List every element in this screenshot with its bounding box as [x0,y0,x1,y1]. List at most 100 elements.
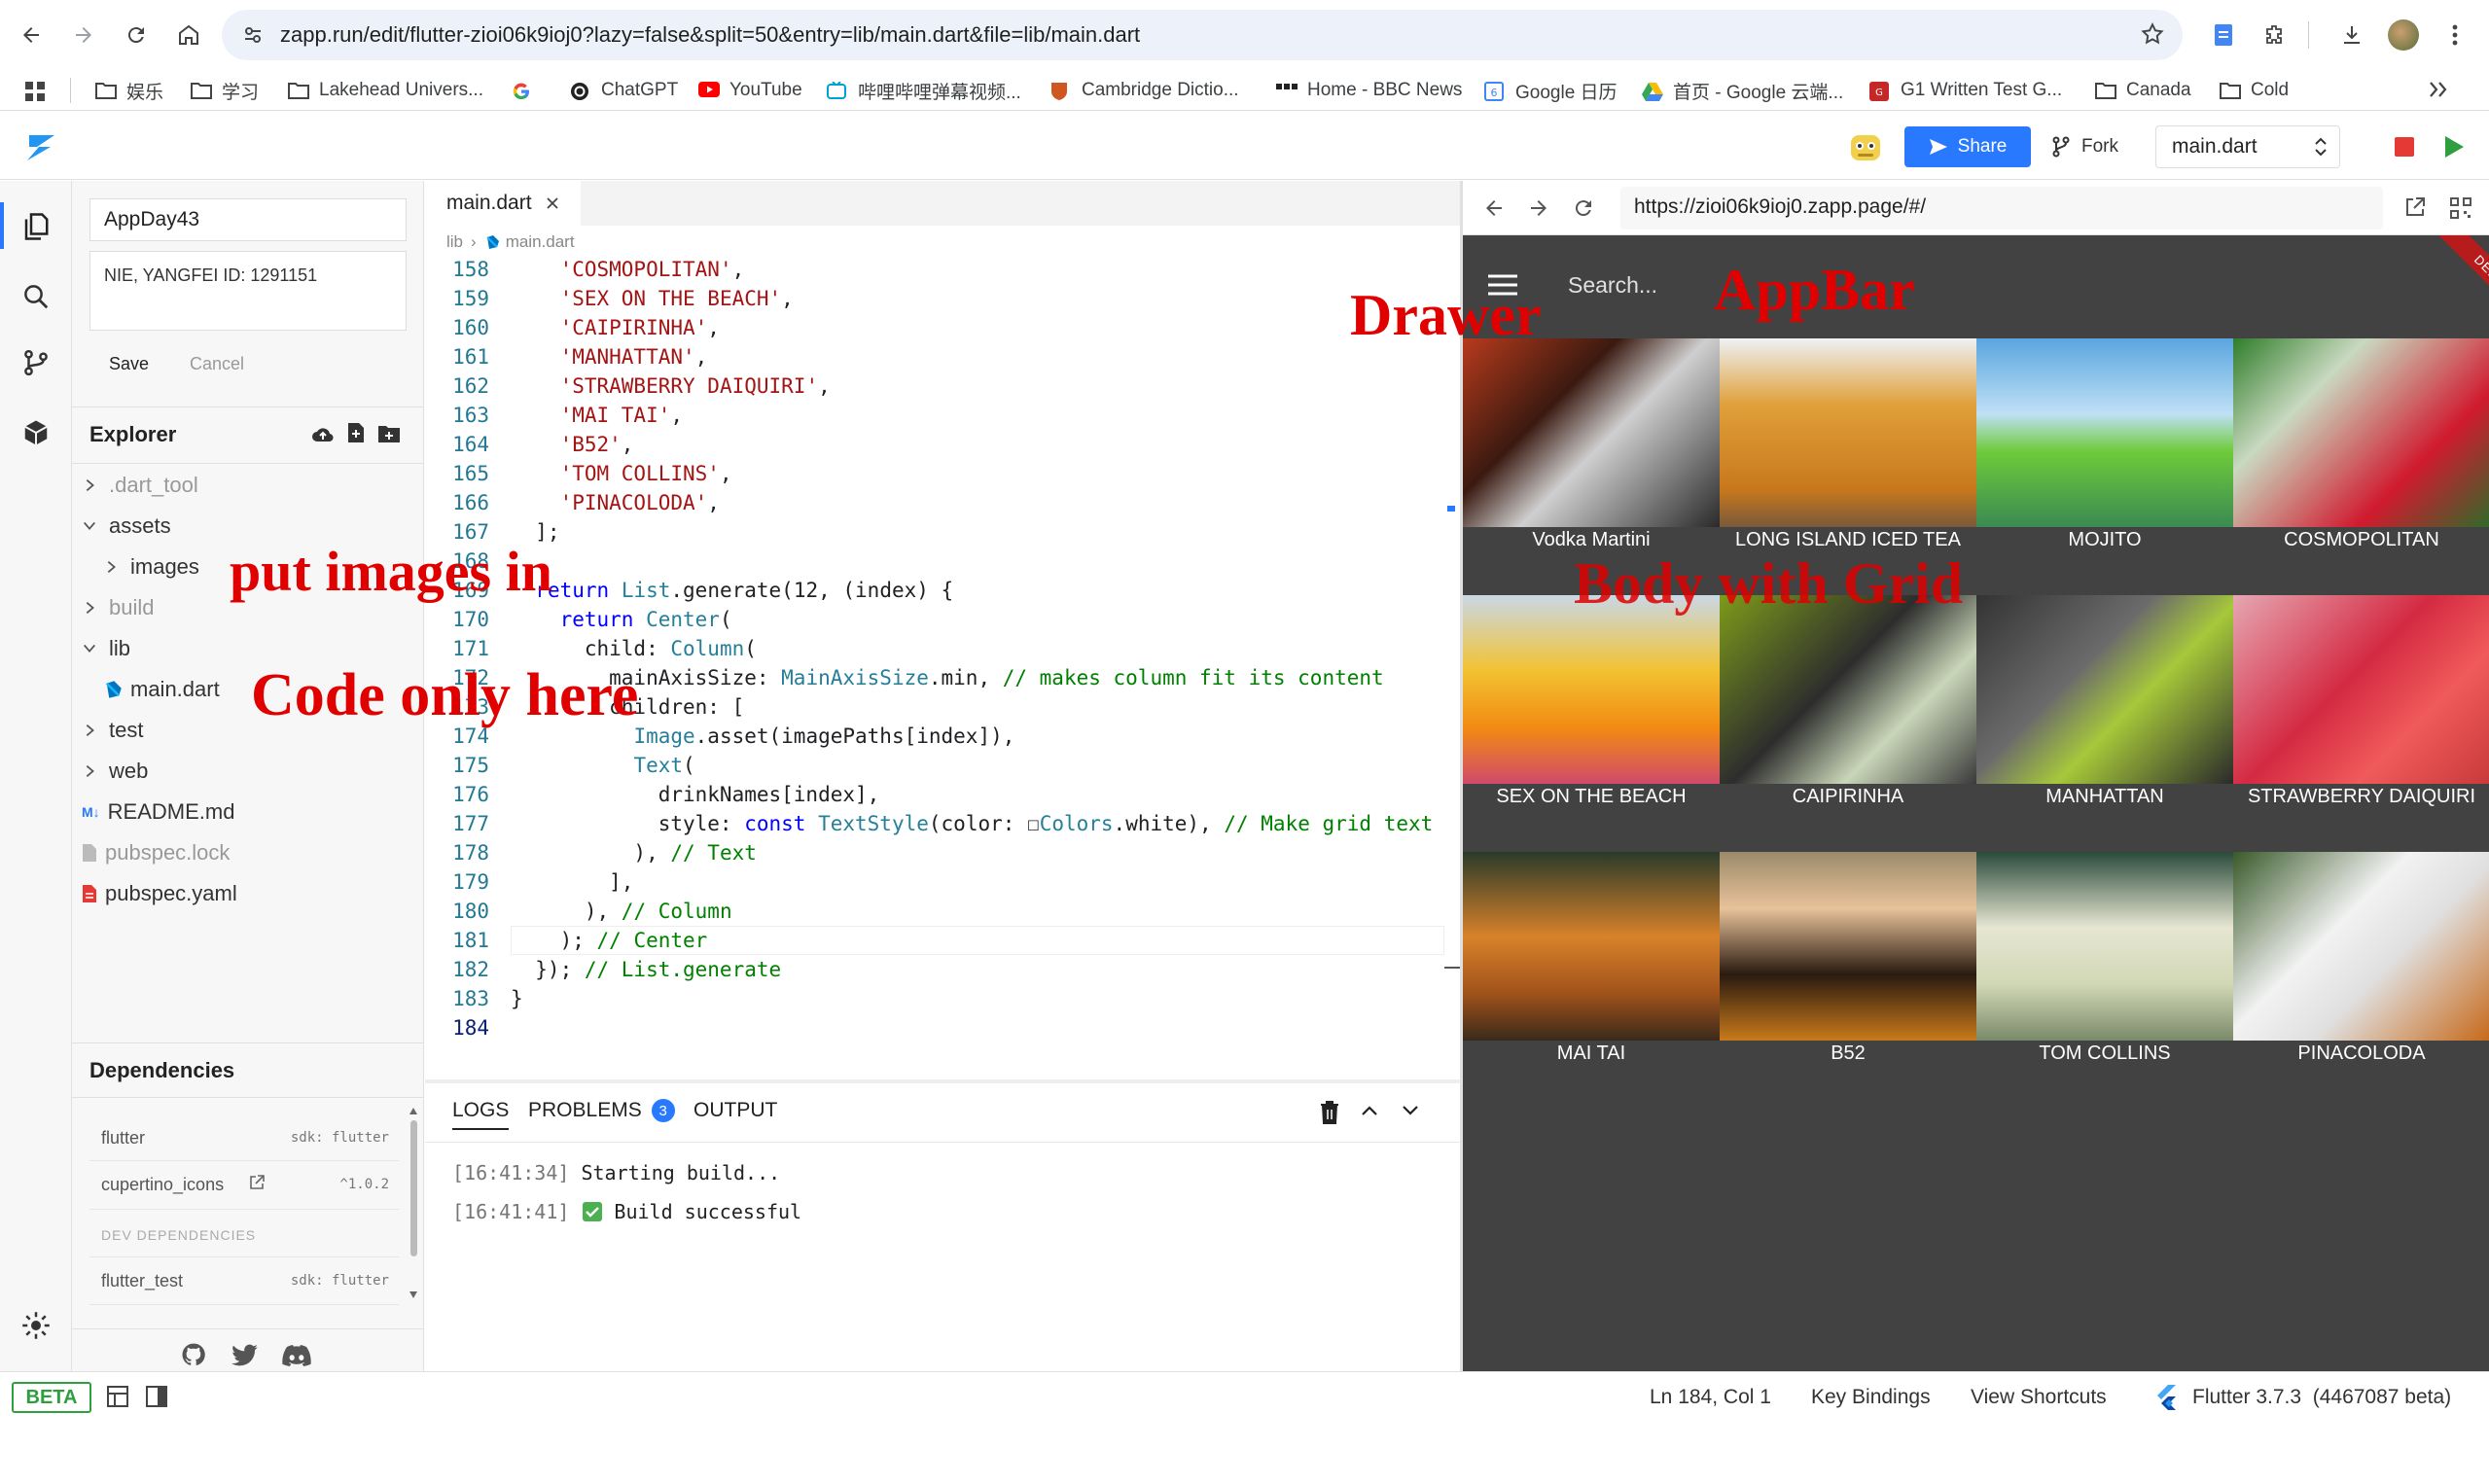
more-vert-icon[interactable] [2437,18,2472,53]
cancel-button[interactable]: Cancel [190,354,244,374]
layout-icon[interactable] [107,1386,128,1407]
bookmark-bilibili[interactable]: 哔哩哔哩弹幕视频... [827,70,1021,111]
trash-icon[interactable] [1320,1101,1339,1124]
bookmark-folder[interactable]: 娱乐 [95,70,163,111]
drink-tile[interactable]: CAIPIRINHA [1720,595,1976,852]
key-bindings-link[interactable]: Key Bindings [1811,1386,1931,1409]
tree-item[interactable]: pubspec.lock [72,832,230,873]
project-description-textarea[interactable]: NIE, YANGFEI ID: 1291151 [89,251,407,331]
twitter-icon[interactable] [231,1344,259,1367]
line-number: 180 [452,900,489,923]
source-control-icon[interactable] [21,348,51,377]
tree-item[interactable]: pubspec.yaml [72,873,237,914]
share-button[interactable]: Share [1904,126,2031,167]
new-file-icon[interactable] [346,422,366,443]
open-in-new-icon[interactable] [2404,196,2426,218]
code-line: 'STRAWBERRY DAIQUIRI', [559,374,831,398]
entry-file-select[interactable]: main.dart [2155,125,2340,168]
tree-item[interactable]: .dart_tool [72,465,198,506]
tab-main-dart[interactable]: main.dart [425,181,581,226]
tree-item[interactable]: web [72,751,148,792]
reload-icon[interactable] [119,18,154,53]
tree-item[interactable]: images [72,547,199,587]
tree-item[interactable]: test [72,710,143,751]
site-settings-icon[interactable] [241,23,265,47]
files-icon[interactable] [21,212,51,241]
restart-icon[interactable] [1572,196,1595,220]
tree-item[interactable]: build [72,587,154,628]
bookmark-youtube[interactable]: YouTube [698,70,802,111]
chevron-down-icon [82,641,101,656]
forward-arrow-icon[interactable] [66,18,101,53]
tab-output[interactable]: OUTPUT [693,1099,777,1122]
drink-tile[interactable]: COSMOPOLITAN [2233,338,2489,595]
drink-tile[interactable]: STRAWBERRY DAIQUIRI [2233,595,2489,852]
bookmark-folder[interactable]: Canada [2095,70,2191,111]
new-folder-icon[interactable] [377,424,401,443]
drink-tile[interactable]: TOM COLLINS [1976,852,2233,1109]
stop-icon[interactable] [2395,137,2414,157]
bookmark-cambridge[interactable]: Cambridge Dictio... [1050,70,1239,111]
address-bar[interactable]: zapp.run/edit/flutter-zioi06k9ioj0?lazy=… [222,10,2183,60]
drink-tile[interactable]: MOJITO [1976,338,2233,595]
bookmark-google-calendar[interactable]: 6 Google 日历 [1484,70,1618,111]
drink-tile[interactable]: MAI TAI [1463,852,1720,1109]
user-avatar-icon[interactable] [1848,129,1883,164]
project-name-input[interactable] [89,198,407,241]
chevron-up-icon[interactable] [1361,1105,1378,1116]
tree-item[interactable]: lib [72,628,130,669]
github-icon[interactable] [181,1342,206,1367]
profile-avatar[interactable] [2388,19,2419,51]
extensions-puzzle-icon[interactable] [2257,18,2292,53]
zapp-logo-icon[interactable] [23,129,58,164]
home-icon[interactable] [171,18,206,53]
theme-sun-icon[interactable] [21,1311,51,1340]
packages-cube-icon[interactable] [21,418,51,447]
tree-item[interactable]: assets [72,506,171,547]
search-field[interactable]: Search... [1568,272,1657,299]
view-shortcuts-link[interactable]: View Shortcuts [1971,1386,2107,1409]
folder-icon [2220,82,2241,99]
discord-icon[interactable] [282,1344,311,1367]
run-play-icon[interactable] [2443,135,2465,159]
bookmark-chatgpt[interactable]: ChatGPT [570,70,678,111]
dependency-row[interactable]: cupertino_icons ^1.0.2 [89,1161,399,1210]
drink-tile[interactable]: B52 [1720,852,1976,1109]
search-icon[interactable] [21,282,51,311]
scroll-down-arrow-icon[interactable] [409,1290,418,1301]
bookmark-folder[interactable]: Cold [2220,70,2289,111]
google-bookmark[interactable] [512,70,543,111]
dependency-row[interactable]: flutter sdk: flutter [89,1114,399,1161]
fork-button[interactable]: Fork [2052,126,2118,167]
close-icon[interactable] [546,196,559,210]
qr-code-icon[interactable] [2449,196,2472,220]
bookmark-folder[interactable]: 学习 [191,70,259,111]
tree-item[interactable]: main.dart [72,669,220,710]
docs-extension-icon[interactable] [2206,18,2241,53]
tab-problems[interactable]: PROBLEMS 3 [528,1099,675,1122]
bookmark-folder[interactable]: Lakehead Univers... [288,70,483,111]
upload-cloud-icon[interactable] [311,424,335,443]
back-arrow-icon[interactable] [14,18,49,53]
preview-url-field[interactable]: https://zioi06k9ioj0.zapp.page/#/ [1620,187,2383,230]
bookmark-g1-test[interactable]: G G1 Written Test G... [1869,70,2062,111]
editor-scrollbar[interactable] [1444,255,1462,1072]
drink-tile[interactable]: MANHATTAN [1976,595,2233,852]
tab-logs[interactable]: LOGS [452,1099,509,1122]
tree-item[interactable]: M↓ README.md [72,792,234,832]
download-icon[interactable] [2334,18,2369,53]
drink-tile[interactable]: PINACOLODA [2233,852,2489,1109]
bookmark-google-drive[interactable]: 首页 - Google 云端... [1642,70,1843,111]
drink-tile[interactable]: SEX ON THE BEACH [1463,595,1720,852]
save-button[interactable]: Save [109,354,149,374]
cursor-position[interactable]: Ln 184, Col 1 [1650,1386,1771,1409]
sidebar-toggle-icon[interactable] [146,1386,167,1407]
bookmark-bbc[interactable]: Home - BBC News [1276,70,1462,111]
back-arrow-icon[interactable] [1482,196,1506,220]
dependency-row[interactable]: flutter_test sdk: flutter [89,1256,399,1305]
forward-arrow-icon[interactable] [1527,196,1550,220]
apps-grid-icon[interactable] [25,82,45,101]
star-icon[interactable] [2140,21,2165,47]
more-bookmarks-chevron-icon[interactable] [2428,80,2449,99]
chevron-down-icon[interactable] [1402,1105,1419,1116]
